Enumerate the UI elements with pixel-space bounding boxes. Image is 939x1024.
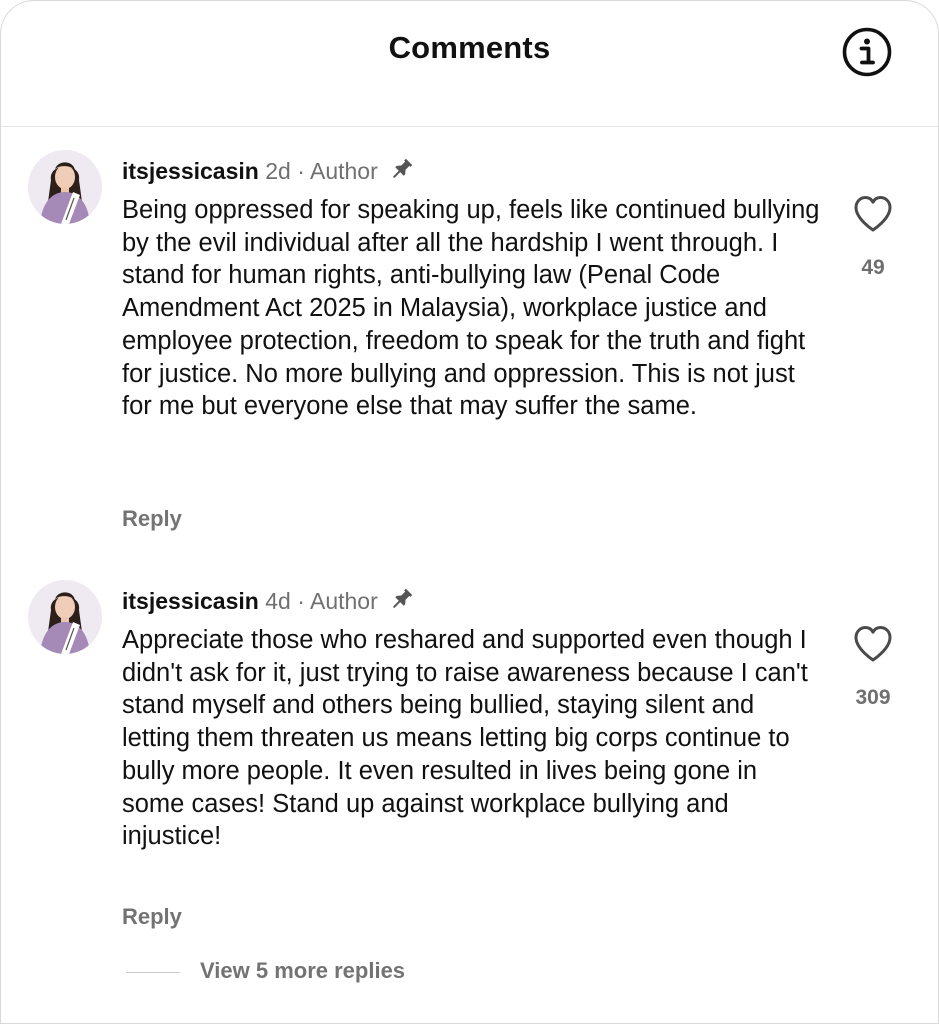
comment-time: 2d: [265, 158, 291, 184]
comments-header: Comments: [0, 0, 939, 127]
view-more-replies-label: View 5 more replies: [200, 958, 406, 983]
author-badge: Author: [309, 158, 378, 184]
author-badge: Author: [309, 588, 378, 614]
page-title: Comments: [388, 30, 551, 65]
comment-text: Appreciate those who reshared and suppor…: [122, 626, 808, 851]
comment-username[interactable]: itsjessicasin: [122, 158, 259, 184]
reply-button[interactable]: Reply: [122, 506, 182, 532]
avatar[interactable]: [28, 150, 102, 224]
heart-icon[interactable]: [852, 624, 894, 664]
like-count: 49: [861, 256, 885, 279]
meta-separator: ·: [297, 588, 305, 614]
like-count: 309: [855, 686, 891, 709]
comments-sheet: Comments itsjessicasin 2d · Author Being…: [0, 0, 939, 1024]
comment-meta: itsjessicasin 4d · Author: [122, 585, 416, 620]
replies-divider: [126, 972, 180, 973]
pin-icon: [388, 585, 416, 620]
avatar[interactable]: [28, 580, 102, 654]
comment-username[interactable]: itsjessicasin: [122, 588, 259, 614]
pin-icon: [388, 155, 416, 190]
info-icon[interactable]: [841, 26, 893, 78]
meta-separator: ·: [297, 158, 305, 184]
comment-time: 4d: [265, 588, 291, 614]
heart-icon[interactable]: [852, 194, 894, 234]
comment-meta: itsjessicasin 2d · Author: [122, 155, 416, 190]
comment-text: Being oppressed for speaking up, feels l…: [122, 196, 820, 421]
reply-button[interactable]: Reply: [122, 904, 182, 930]
